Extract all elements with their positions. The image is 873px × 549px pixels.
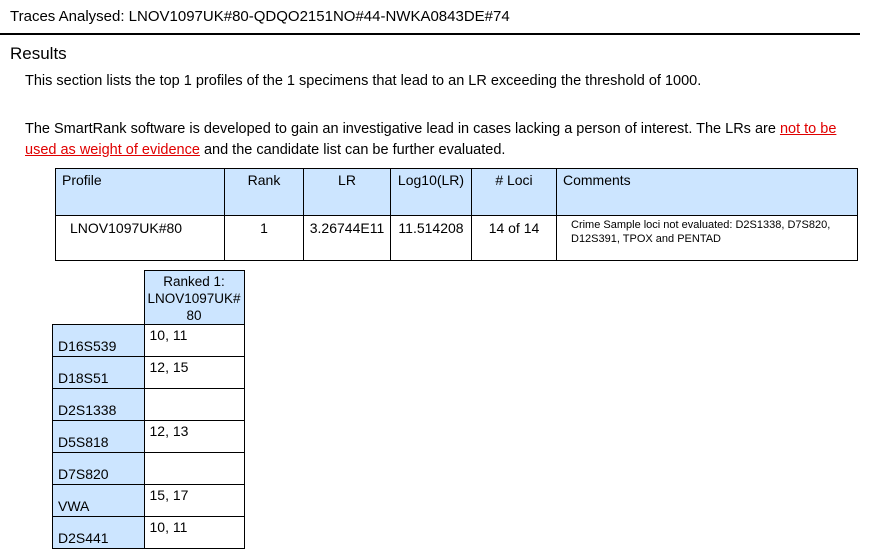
table-row: LNOV1097UK#80 1 3.26744E11 11.514208 14 … <box>55 215 858 261</box>
locus-name: VWA <box>52 484 145 517</box>
table-row: D2S441 10, 11 <box>52 516 245 549</box>
header-comments: Comments <box>556 168 858 216</box>
table-row: D16S539 10, 11 <box>52 324 245 357</box>
allele-values: 10, 11 <box>143 324 245 357</box>
summary-header-row: Profile Rank LR Log10(LR) # Loci Comment… <box>55 168 858 216</box>
results-heading: Results <box>10 44 67 63</box>
table-row: D7S820 <box>52 452 245 485</box>
disclaimer-suffix: and the candidate list can be further ev… <box>199 142 506 158</box>
allele-values <box>143 452 245 485</box>
traces-analysed-line: Traces Analysed: LNOV1097UK#80-QDQO2151N… <box>10 8 510 25</box>
locus-name: D2S1338 <box>52 388 145 421</box>
table-row: VWA 15, 17 <box>52 484 245 517</box>
allele-values: 10, 11 <box>143 516 245 549</box>
locus-name: D2S441 <box>52 516 145 549</box>
results-intro: This section lists the top 1 profiles of… <box>25 73 702 89</box>
loci-header-row: Ranked 1: LNOV1097UK# 80 <box>53 270 245 325</box>
table-row: D2S1338 <box>52 388 245 421</box>
allele-values <box>143 388 245 421</box>
smartrank-disclaimer: The SmartRank software is developed to g… <box>25 119 855 161</box>
header-loci: # Loci <box>471 168 557 216</box>
locus-name: D16S539 <box>52 324 145 357</box>
loci-cell: 14 of 14 <box>471 215 557 261</box>
profile-summary-table: Profile Rank LR Log10(LR) # Loci Comment… <box>55 168 858 261</box>
header-rank: Rank <box>224 168 304 216</box>
comments-cell: Crime Sample loci not evaluated: D2S1338… <box>556 215 858 261</box>
log10-lr-cell: 11.514208 <box>390 215 472 261</box>
rank-cell: 1 <box>224 215 304 261</box>
table-row: D5S818 12, 13 <box>52 420 245 453</box>
locus-name: D7S820 <box>52 452 145 485</box>
disclaimer-prefix: The SmartRank software is developed to g… <box>25 121 780 137</box>
loci-alleles-table: Ranked 1: LNOV1097UK# 80 D16S539 10, 11 … <box>52 270 245 549</box>
profile-cell: LNOV1097UK#80 <box>55 215 225 261</box>
header-profile: Profile <box>55 168 225 216</box>
allele-values: 12, 13 <box>143 420 245 453</box>
locus-name: D18S51 <box>52 356 145 389</box>
header-log10-lr: Log10(LR) <box>390 168 472 216</box>
ranked-profile-header: Ranked 1: LNOV1097UK# 80 <box>143 270 245 325</box>
lr-cell: 3.26744E11 <box>303 215 391 261</box>
locus-name: D5S818 <box>52 420 145 453</box>
header-lr: LR <box>303 168 391 216</box>
header-divider <box>0 33 860 35</box>
allele-values: 12, 15 <box>143 356 245 389</box>
allele-values: 15, 17 <box>143 484 245 517</box>
empty-corner-cell <box>53 271 145 325</box>
table-row: D18S51 12, 15 <box>52 356 245 389</box>
